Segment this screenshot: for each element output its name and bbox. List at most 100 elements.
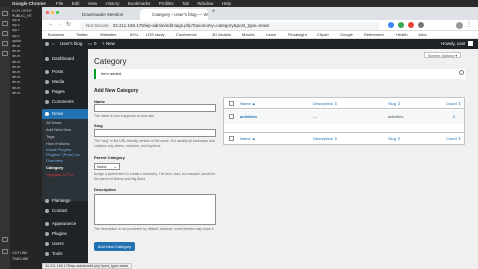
submenu-add-new[interactable]: Add New Item bbox=[46, 126, 88, 133]
reload-icon[interactable]: ↻ bbox=[66, 21, 71, 28]
menu-window[interactable]: Window bbox=[197, 0, 213, 7]
extension-icon[interactable] bbox=[408, 22, 414, 28]
name-field[interactable] bbox=[94, 104, 216, 112]
run-debug-icon[interactable] bbox=[2, 41, 8, 46]
menu-bookmarks[interactable]: Bookmarks bbox=[128, 0, 151, 7]
not-secure-badge[interactable]: Not Secure bbox=[86, 23, 109, 28]
menu-news[interactable]: News bbox=[42, 109, 88, 119]
parent-select[interactable]: None ⌄ bbox=[94, 163, 120, 170]
menubar-app-name[interactable]: Google Chrome bbox=[12, 1, 46, 6]
bookmark-item[interactable]: 3D Models bbox=[212, 31, 231, 39]
bookmark-item[interactable]: Jobs bbox=[418, 31, 426, 39]
tab-downloader[interactable]: Downloader Mention bbox=[70, 9, 138, 20]
col-count-header[interactable]: Count ⇕ bbox=[446, 101, 461, 106]
row-checkbox[interactable] bbox=[229, 114, 234, 119]
maximize-window-icon[interactable] bbox=[56, 11, 59, 14]
extension-icon[interactable] bbox=[418, 22, 424, 28]
submenu-tags[interactable]: Tags bbox=[46, 133, 88, 140]
menu-profiles[interactable]: Profiles bbox=[159, 0, 174, 7]
bookmark-item[interactable]: Clipart bbox=[317, 31, 329, 39]
profile-avatar[interactable] bbox=[456, 22, 463, 29]
settings-gear-icon[interactable] bbox=[2, 249, 8, 254]
bookmark-item[interactable]: Conference bbox=[176, 31, 197, 39]
menu-edit[interactable]: Edit bbox=[72, 0, 80, 7]
menu-history[interactable]: History bbox=[106, 0, 120, 7]
col-description-header[interactable]: Description ⇕ bbox=[313, 101, 337, 106]
wordpress-logo-icon[interactable] bbox=[45, 42, 49, 46]
menu-comments[interactable]: Comments bbox=[42, 97, 88, 107]
new-tab-button[interactable]: + bbox=[212, 9, 216, 15]
kebab-menu-icon[interactable]: ⋮ bbox=[466, 21, 472, 28]
menu-pages[interactable]: Pages bbox=[42, 87, 88, 97]
description-textarea[interactable] bbox=[94, 194, 216, 225]
comments-icon[interactable]: ▭ bbox=[88, 39, 92, 49]
add-new-category-button[interactable]: Add New Category bbox=[94, 242, 135, 251]
menu-contact[interactable]: Contact bbox=[42, 206, 88, 216]
row-name-link[interactable]: activities bbox=[240, 114, 257, 119]
submenu-how-it-works[interactable]: How it Works bbox=[46, 140, 88, 147]
submenu-all-news[interactable]: All News bbox=[46, 119, 88, 126]
screen-options-button[interactable]: Screen Options ▾ bbox=[424, 52, 462, 58]
menu-users[interactable]: Users bbox=[42, 239, 88, 249]
select-all-checkbox-footer[interactable] bbox=[229, 136, 234, 141]
address-bar[interactable]: Not Secure 34.211.169.178/wp-admin/edit-… bbox=[80, 21, 380, 30]
minimize-window-icon[interactable] bbox=[51, 11, 54, 14]
col-name-footer[interactable]: Name ▲ bbox=[240, 136, 256, 141]
col-count-footer[interactable]: Count ⇕ bbox=[446, 136, 461, 141]
extension-icon[interactable] bbox=[398, 22, 404, 28]
files-icon[interactable] bbox=[2, 11, 8, 16]
menu-file[interactable]: File bbox=[56, 0, 63, 7]
bookmark-item[interactable]: Movies bbox=[242, 31, 255, 39]
outline-panel[interactable]: OUTLINE bbox=[12, 251, 28, 255]
bookmark-item[interactable]: Learn bbox=[266, 31, 276, 39]
menu-flamingo[interactable]: Flamingo bbox=[42, 196, 88, 206]
bookmark-item[interactable]: Health bbox=[396, 31, 408, 39]
extensions-icon[interactable] bbox=[2, 51, 8, 56]
forward-arrow-icon[interactable]: → bbox=[57, 21, 63, 27]
submenu-overview[interactable]: Overview bbox=[46, 157, 88, 164]
select-all-checkbox[interactable] bbox=[229, 101, 234, 106]
bookmark-item[interactable]: BYU bbox=[130, 31, 138, 39]
search-icon[interactable] bbox=[2, 21, 8, 26]
close-window-icon[interactable] bbox=[46, 11, 49, 14]
menu-media[interactable]: Media bbox=[42, 77, 88, 87]
comments-count[interactable]: 0 bbox=[94, 39, 97, 49]
bookmark-item[interactable]: Business bbox=[48, 31, 64, 39]
submenu-install-plugins[interactable]: Install Plugins: Plugins? (Pure) Us bbox=[46, 147, 88, 157]
account-icon[interactable] bbox=[2, 237, 8, 242]
menu-tools[interactable]: Tools bbox=[42, 249, 88, 259]
menu-plugins[interactable]: Plugins bbox=[42, 229, 88, 239]
source-control-icon[interactable] bbox=[2, 31, 8, 36]
home-icon[interactable]: ⌂ bbox=[52, 39, 54, 49]
menu-appearance[interactable]: Appearance bbox=[42, 219, 88, 229]
extension-icon[interactable] bbox=[388, 22, 394, 28]
col-description-footer[interactable]: Description ⇕ bbox=[313, 136, 337, 141]
timeline-panel[interactable]: TIMELINE bbox=[12, 257, 29, 261]
bookmark-item[interactable]: LDS study bbox=[146, 31, 164, 39]
bookmark-item[interactable]: Google bbox=[340, 31, 353, 39]
menu-view[interactable]: View bbox=[88, 0, 98, 7]
file-item[interactable]: de-m bbox=[12, 91, 42, 96]
bookmark-item[interactable]: Twitter bbox=[76, 31, 88, 39]
bookmark-item[interactable]: Websites bbox=[100, 31, 116, 39]
slug-field[interactable] bbox=[94, 129, 216, 137]
howdy-user-link[interactable]: Howdy, user bbox=[441, 39, 466, 49]
new-content-link[interactable]: + New bbox=[102, 39, 115, 49]
menu-tab[interactable]: Tab bbox=[182, 0, 189, 7]
site-name-link[interactable]: User's blog bbox=[60, 39, 82, 49]
menu-dashboard[interactable]: Dashboard bbox=[42, 54, 88, 64]
row-count[interactable]: 0 bbox=[453, 114, 455, 119]
col-name-header[interactable]: Name ▲ bbox=[240, 101, 256, 106]
col-slug-footer[interactable]: Slug ⇕ bbox=[388, 136, 400, 141]
back-arrow-icon[interactable]: ← bbox=[48, 21, 54, 27]
tab-category[interactable]: Category ‹ User's blog — W bbox=[140, 9, 208, 20]
submenu-upgrade[interactable]: Upgrade to Pro bbox=[46, 171, 88, 178]
submenu-category[interactable]: Category bbox=[46, 164, 88, 171]
bookmark-item[interactable]: Pluralsight bbox=[288, 31, 307, 39]
menu-posts[interactable]: Posts bbox=[42, 67, 88, 77]
dismiss-icon[interactable] bbox=[459, 70, 464, 75]
col-slug-header[interactable]: Slug ⇕ bbox=[388, 101, 400, 106]
user-avatar[interactable] bbox=[468, 41, 473, 46]
bookmark-item[interactable]: Retirement bbox=[364, 31, 384, 39]
menu-help[interactable]: Help bbox=[222, 0, 231, 7]
